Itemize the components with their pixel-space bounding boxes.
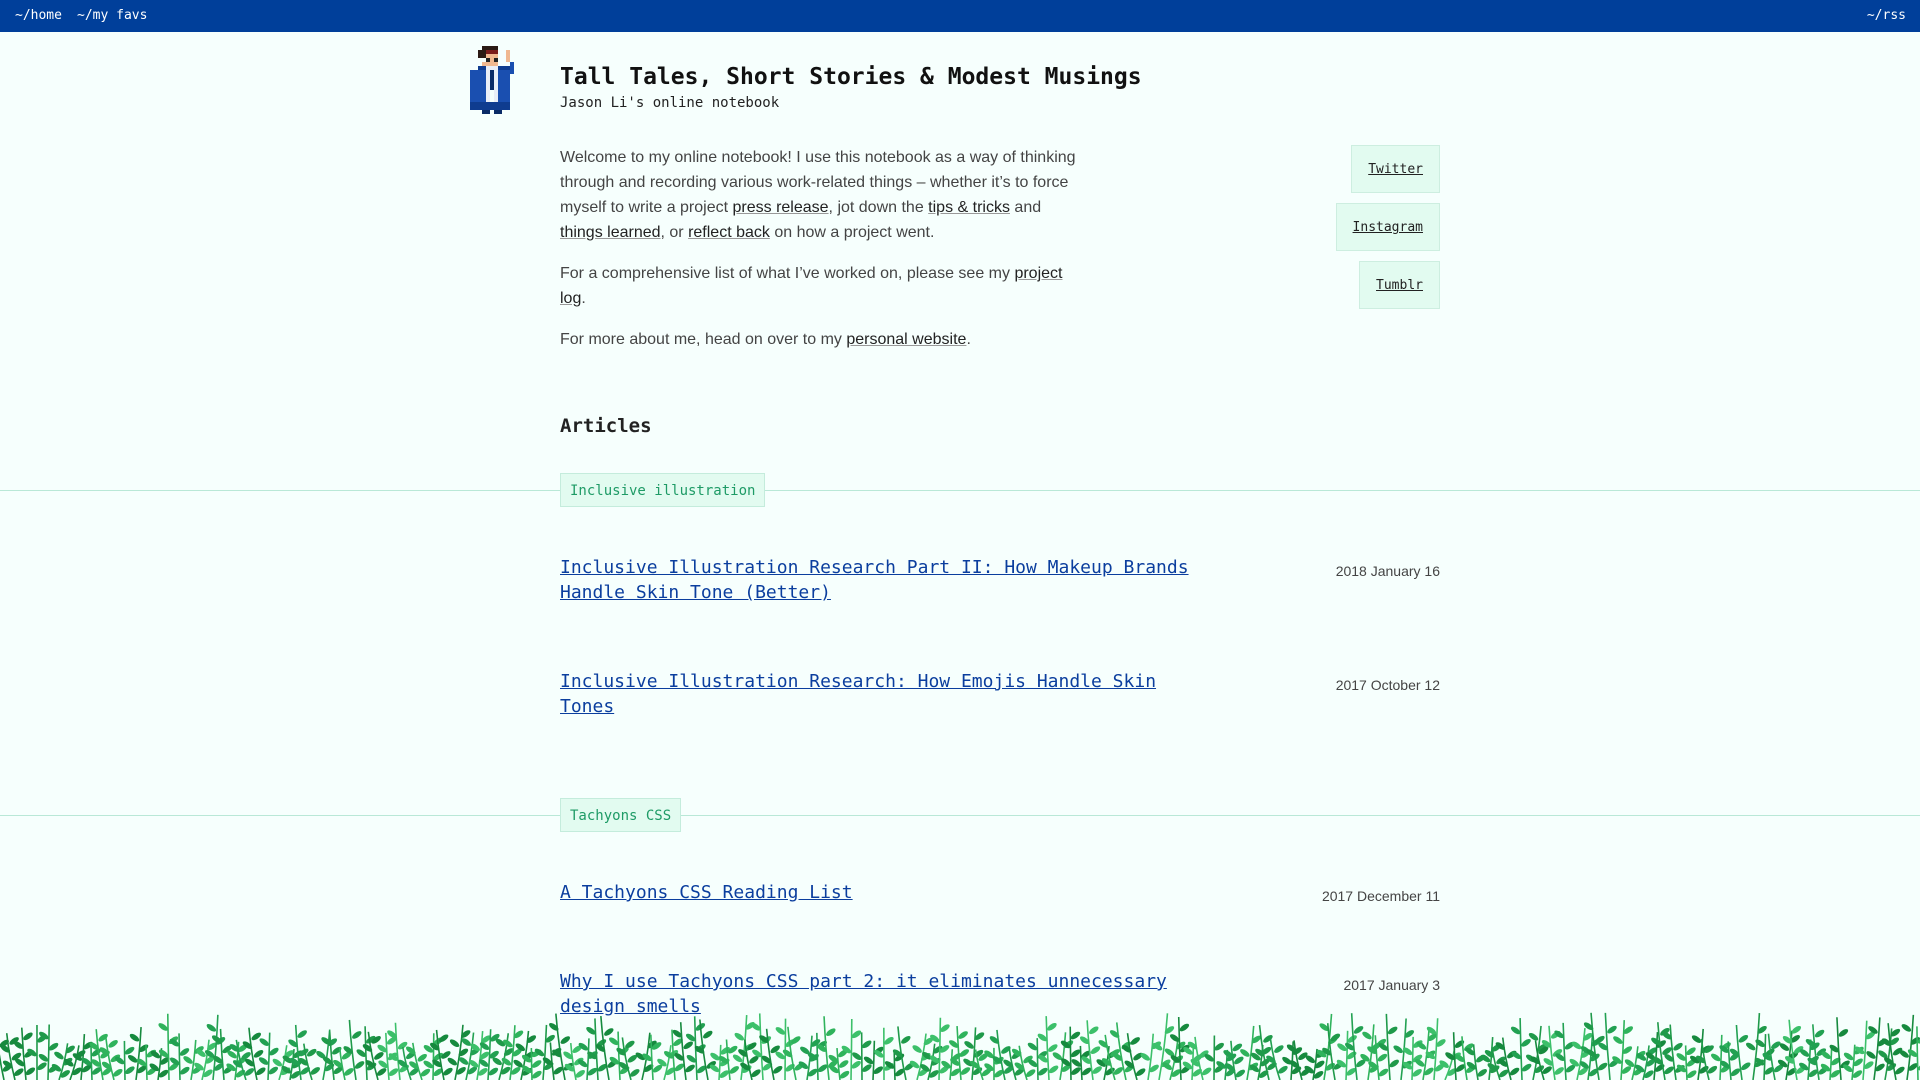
leaf-sprig-icon bbox=[1439, 1048, 1461, 1080]
articles-heading: Articles bbox=[560, 415, 652, 437]
article-title-link[interactable]: Inclusive Illustration Research Part II:… bbox=[560, 555, 1200, 605]
leaf-sprig-icon bbox=[183, 1039, 204, 1080]
leaf-sprig-icon bbox=[929, 1017, 950, 1080]
avatar-icon bbox=[470, 46, 514, 114]
leaf-sprig-icon bbox=[158, 1013, 179, 1080]
intro-text-span: , jot down the bbox=[828, 199, 929, 216]
leaf-sprig-icon bbox=[1079, 1020, 1102, 1080]
section-divider bbox=[0, 815, 1920, 816]
intro-text-span: . bbox=[966, 331, 971, 348]
article-date: 2017 December 11 bbox=[1321, 888, 1440, 904]
leaf-sprig-icon bbox=[1322, 1023, 1344, 1080]
article-date: 2017 October 12 bbox=[1335, 677, 1440, 693]
article-date: 2017 January 3 bbox=[1343, 977, 1440, 993]
intro-paragraph-1: Welcome to my online notebook! I use thi… bbox=[560, 145, 1080, 245]
tag-inclusive-illustration[interactable]: Inclusive illustration bbox=[560, 473, 766, 507]
leaf-sprig-icon bbox=[608, 1031, 630, 1080]
nav-favs-link[interactable]: ~/my favs bbox=[77, 9, 147, 23]
leaf-foliage-icon bbox=[0, 1012, 1920, 1080]
intro-text-span: For more about me, head on over to my bbox=[560, 331, 847, 348]
nav-home-link[interactable]: ~/home bbox=[15, 9, 62, 23]
tag-tachyons-css[interactable]: Tachyons CSS bbox=[560, 798, 682, 832]
intro-text: Welcome to my online notebook! I use thi… bbox=[560, 145, 1080, 368]
leaf-sprig-icon bbox=[841, 1019, 862, 1080]
site-subtitle: Jason Li's online notebook bbox=[560, 95, 780, 111]
things-learned-link[interactable]: things learned bbox=[560, 224, 661, 241]
personal-website-link[interactable]: personal website bbox=[846, 331, 966, 348]
twitter-button[interactable]: Twitter bbox=[1351, 145, 1440, 193]
leaf-sprig-icon bbox=[0, 1033, 24, 1080]
instagram-button[interactable]: Instagram bbox=[1335, 203, 1440, 251]
intro-text-span: For a comprehensive list of what I’ve wo… bbox=[560, 265, 1015, 282]
tumblr-button[interactable]: Tumblr bbox=[1359, 261, 1440, 309]
tips-tricks-link[interactable]: tips & tricks bbox=[928, 199, 1010, 216]
intro-paragraph-3: For more about me, head on over to my pe… bbox=[560, 327, 1080, 352]
leaf-sprig-icon bbox=[1465, 1044, 1487, 1080]
press-release-link[interactable]: press release bbox=[733, 199, 829, 216]
leaf-sprig-icon bbox=[1037, 1016, 1059, 1080]
intro-text-span: . bbox=[581, 290, 586, 307]
reflect-back-link[interactable]: reflect back bbox=[688, 224, 770, 241]
intro-text-span: on how a project went. bbox=[769, 224, 935, 241]
nav-rss-link[interactable]: ~/rss bbox=[1867, 9, 1906, 23]
article-date: 2018 January 16 bbox=[1335, 563, 1440, 579]
site-title: Tall Tales, Short Stories & Modest Musin… bbox=[560, 64, 1142, 90]
leaf-sprig-icon bbox=[1676, 1045, 1697, 1080]
leaf-sprig-icon bbox=[343, 1019, 365, 1080]
leaf-sprig-icon bbox=[1729, 1024, 1751, 1080]
intro-text-span: , or bbox=[660, 224, 689, 241]
leaf-sprig-icon bbox=[657, 1045, 679, 1080]
leaf-sprig-icon bbox=[169, 1033, 190, 1080]
leaf-sprig-icon bbox=[852, 1032, 872, 1080]
intro-paragraph-2: For a comprehensive list of what I’ve wo… bbox=[560, 261, 1080, 311]
intro-text-span: and bbox=[1009, 199, 1042, 216]
article-title-link[interactable]: Inclusive Illustration Research: How Emo… bbox=[560, 669, 1200, 719]
top-nav-bar: ~/home ~/my favs ~/rss bbox=[0, 0, 1920, 32]
article-title-link[interactable]: A Tachyons CSS Reading List bbox=[560, 880, 1200, 905]
leaf-sprig-icon bbox=[1866, 1017, 1887, 1080]
leaf-sprig-icon bbox=[387, 1022, 409, 1080]
section-divider bbox=[0, 490, 1920, 491]
